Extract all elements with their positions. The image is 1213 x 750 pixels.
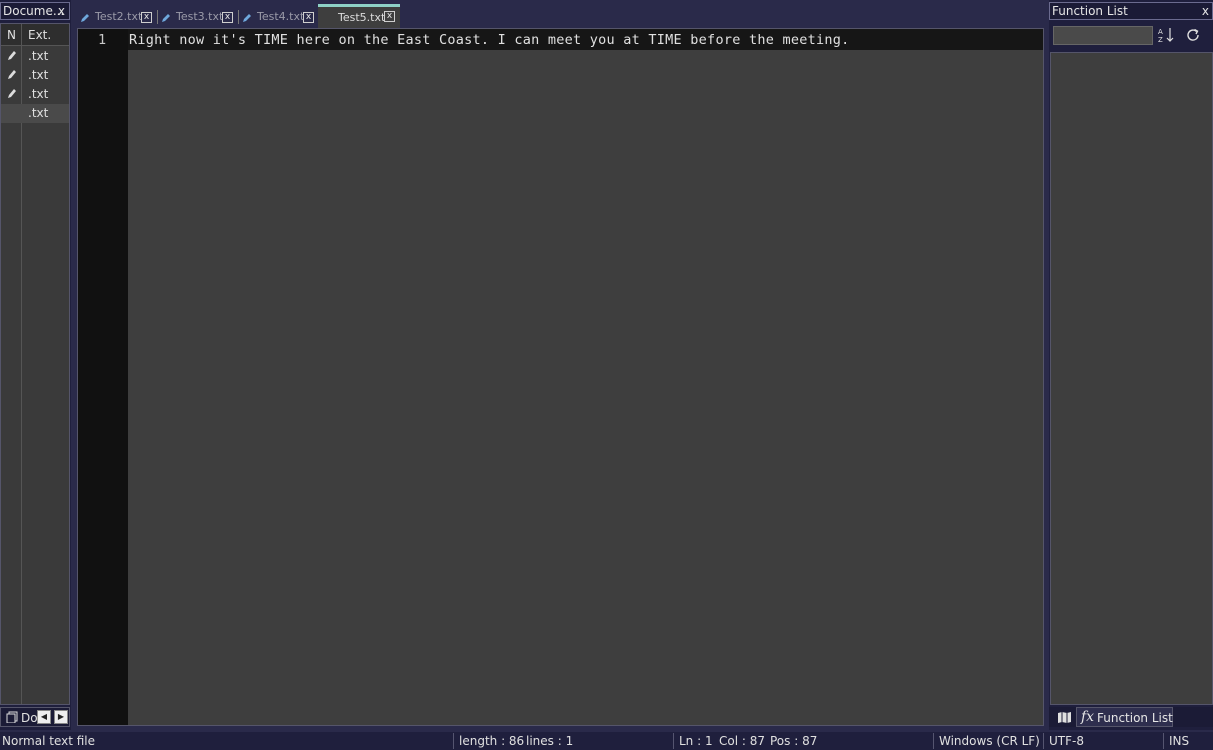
status-lines: lines : 1 [526,734,574,748]
function-list-footer-tab[interactable]: fx Function List [1076,707,1173,727]
status-insert-mode[interactable]: INS [1169,734,1189,748]
pencil-icon [162,14,170,22]
status-separator [1043,733,1044,749]
line-number: 1 [98,32,107,48]
status-eol[interactable]: Windows (CR LF) [939,734,1040,748]
tab-label: Test4.txt [257,10,305,23]
document-ext: .txt [28,68,49,82]
sort-icon[interactable]: A Z [1157,26,1175,44]
function-list-tree[interactable] [1050,52,1213,705]
pencil-icon [8,89,16,98]
pencil-icon [8,51,16,60]
tab-close-button[interactable]: x [384,11,395,22]
document-list-table: N Ext. .txt .txt .txt .txt [0,23,70,705]
document-list-row-selected[interactable]: .txt [1,104,69,123]
tab-test3[interactable]: Test3.txt x [158,6,238,28]
function-list-title-bar: Function List x [1049,2,1213,20]
tab-bar: Test2.txt x Test3.txt x Test4.txt x Test… [77,4,1047,28]
reload-icon[interactable] [1184,26,1202,44]
pencil-icon [81,14,89,22]
svg-text:Z: Z [1158,36,1163,44]
status-separator [1163,733,1164,749]
function-list-footer-label: Function List [1097,711,1173,725]
status-file-type: Normal text file [2,734,96,748]
document-ext: .txt [28,106,49,120]
document-list-footer: Doc ◀ ▶ [0,707,70,727]
document-list-close-button[interactable]: x [58,3,65,19]
editor-pane[interactable]: 1 Right now it's TIME here on the East C… [77,28,1044,726]
document-ext: .txt [28,49,49,63]
status-pos: Pos : 87 [770,734,818,748]
function-list-panel: Function List x A Z fx Function List [1049,0,1213,730]
function-search-input[interactable] [1053,26,1153,45]
function-list-title: Function List [1052,4,1128,18]
editor-text-line[interactable]: Right now it's TIME here on the East Coa… [129,32,849,48]
status-col: Col : 87 [719,734,765,748]
function-list-close-button[interactable]: x [1202,3,1209,19]
scroll-right-button[interactable]: ▶ [54,710,68,724]
document-list-panel: Docume... x N Ext. .txt .txt .txt .txt D… [0,0,71,730]
pencil-icon [8,70,16,79]
status-bar: Normal text file length : 86 lines : 1 L… [0,732,1213,750]
status-encoding[interactable]: UTF-8 [1049,734,1084,748]
status-ln: Ln : 1 [679,734,713,748]
document-map-icon[interactable] [1057,711,1072,723]
document-list-title-bar: Docume... x [0,2,70,20]
tab-close-button[interactable]: x [303,12,314,23]
tab-test5-active[interactable]: Test5.txt x [318,4,400,28]
document-list-row[interactable]: .txt [1,85,69,104]
tab-label: Test3.txt [176,10,224,23]
pencil-icon [243,14,251,22]
tab-close-button[interactable]: x [141,12,152,23]
tab-test4[interactable]: Test4.txt x [239,6,318,28]
status-separator [933,733,934,749]
tab-close-button[interactable]: x [222,12,233,23]
status-separator [453,733,454,749]
tab-label: Test5.txt [338,11,386,24]
status-separator [673,733,674,749]
function-list-footer: fx Function List [1049,707,1213,727]
tab-test2[interactable]: Test2.txt x [77,6,157,28]
document-list-footer-tab[interactable]: Doc [21,711,37,725]
status-length: length : 86 [459,734,525,748]
scroll-left-button[interactable]: ◀ [37,710,51,724]
svg-text:A: A [1158,28,1163,36]
tab-label: Test2.txt [95,10,143,23]
document-list-row[interactable]: .txt [1,66,69,85]
documents-icon [6,711,18,723]
column-header-name[interactable]: N [7,28,16,42]
document-ext: .txt [28,87,49,101]
document-list-header: N Ext. [1,24,69,46]
document-list-title: Docume... [3,4,65,18]
column-header-ext[interactable]: Ext. [28,28,51,42]
function-icon: fx [1081,709,1095,725]
column-divider [21,24,22,704]
line-number-gutter: 1 [78,29,128,725]
document-list-row[interactable]: .txt [1,47,69,66]
